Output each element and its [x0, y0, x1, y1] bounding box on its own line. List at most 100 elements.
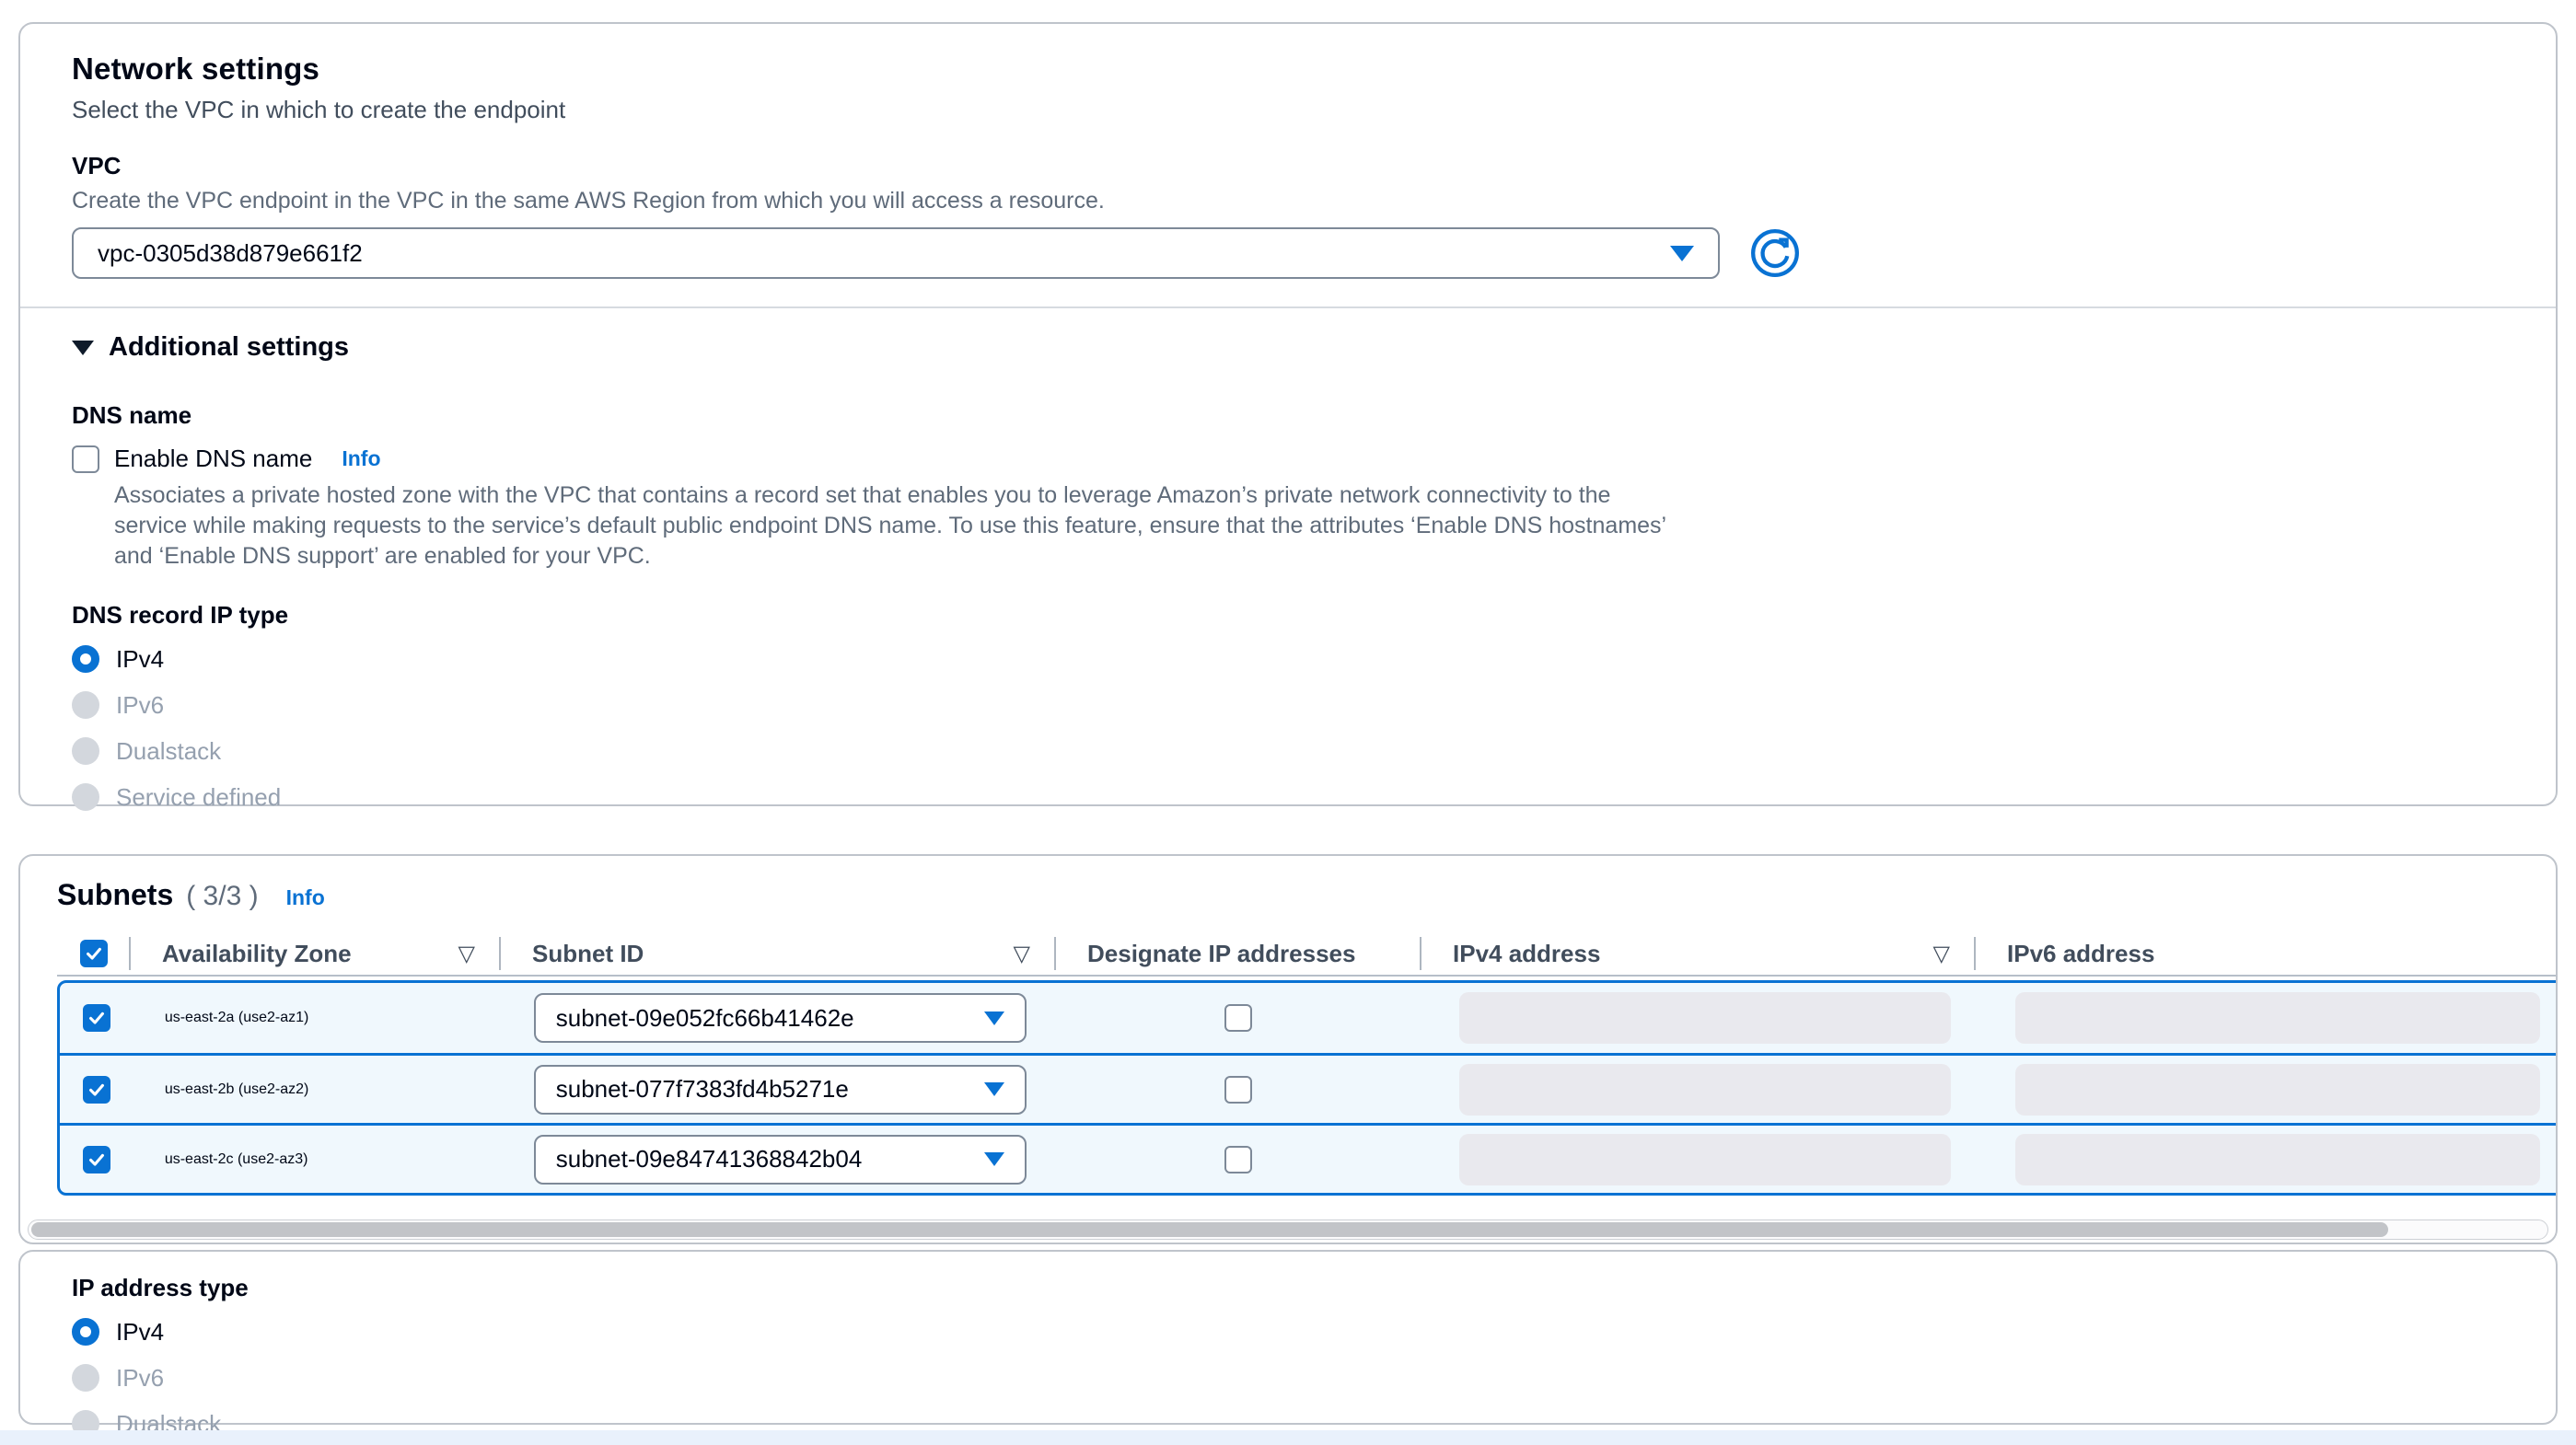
column-header-subnet-id[interactable]: Subnet ID ▽ [501, 937, 1056, 970]
ip-address-type-option-ipv6: IPv6 [72, 1361, 2504, 1394]
subnet-id-value: subnet-077f7383fd4b5271e [556, 1075, 849, 1104]
row-select-cell [60, 1004, 133, 1032]
subnets-card: Subnets ( 3/3 ) Info Availability Zone ▽… [18, 854, 2558, 1244]
chevron-down-icon [1670, 246, 1694, 261]
ipv6-address-cell [1975, 992, 2556, 1044]
designate-ip-checkbox[interactable] [1224, 1146, 1252, 1173]
table-row[interactable]: us-east-2a (use2-az1) subnet-09e052fc66b… [60, 983, 2556, 1053]
availability-zone-cell: us-east-2c (use2-az3) [133, 1151, 503, 1168]
ipv4-address-input-disabled [1459, 1064, 1951, 1116]
subnets-info-link[interactable]: Info [286, 885, 325, 910]
refresh-button[interactable] [1749, 227, 1801, 279]
filter-icon[interactable]: ▽ [1933, 941, 1950, 967]
column-label: IPv6 address [2007, 940, 2154, 968]
enable-dns-name-row: Enable DNS name Info [72, 445, 2504, 473]
row-checkbox[interactable] [83, 1076, 110, 1104]
radio-label: IPv6 [116, 1364, 164, 1393]
subnet-id-select[interactable]: subnet-09e052fc66b41462e [534, 993, 1027, 1043]
dns-record-ip-type-label: DNS record IP type [72, 601, 2504, 630]
selected-rows-group: us-east-2a (use2-az1) subnet-09e052fc66b… [57, 980, 2556, 1196]
availability-zone-value: us-east-2a (use2-az1) [165, 1010, 309, 1026]
page: Network settings Select the VPC in which… [0, 0, 2576, 1445]
subnets-table: Availability Zone ▽ Subnet ID ▽ Designat… [20, 932, 2556, 1196]
ipv4-address-input-disabled [1459, 1134, 1951, 1185]
filter-icon[interactable]: ▽ [1014, 941, 1030, 967]
radio-selected-icon[interactable] [72, 645, 99, 673]
network-settings-card: Network settings Select the VPC in which… [18, 22, 2558, 806]
designate-ip-cell [1056, 1076, 1421, 1104]
radio-disabled-icon [72, 737, 99, 765]
dns-name-label: DNS name [72, 401, 2504, 430]
column-label: Designate IP addresses [1087, 940, 1355, 968]
ipv4-address-cell [1421, 1134, 1975, 1185]
subnet-id-select[interactable]: subnet-077f7383fd4b5271e [534, 1065, 1027, 1115]
subnets-count: ( 3/3 ) [186, 881, 258, 912]
enable-dns-name-checkbox[interactable] [72, 445, 99, 473]
column-label: Subnet ID [532, 940, 644, 968]
radio-disabled-icon [72, 691, 99, 719]
column-header-availability-zone[interactable]: Availability Zone ▽ [131, 937, 501, 970]
radio-disabled-icon [72, 1364, 99, 1392]
availability-zone-value: us-east-2c (use2-az3) [165, 1151, 308, 1168]
subnet-id-select[interactable]: subnet-09e84741368842b04 [534, 1135, 1027, 1185]
column-header-ipv6-address[interactable]: IPv6 address [1976, 937, 2556, 970]
ip-address-type-label: IP address type [72, 1274, 2504, 1302]
page-subtitle: Select the VPC in which to create the en… [72, 96, 2504, 124]
row-select-cell [60, 1146, 133, 1173]
select-all-cell [57, 937, 131, 970]
dns-name-info-link[interactable]: Info [342, 446, 380, 471]
select-all-checkbox[interactable] [80, 940, 108, 967]
subnet-id-value: subnet-09e84741368842b04 [556, 1145, 863, 1173]
column-label: IPv4 address [1453, 940, 1600, 968]
additional-settings-title: Additional settings [109, 332, 349, 363]
radio-label: IPv6 [116, 691, 164, 720]
ipv4-address-input-disabled [1459, 992, 1951, 1044]
radio-label: IPv4 [116, 1318, 164, 1347]
ipv6-address-input-disabled [2015, 1134, 2540, 1185]
ipv4-address-cell [1421, 1064, 1975, 1116]
row-select-cell [60, 1076, 133, 1104]
ip-address-type-option-ipv4: IPv4 [72, 1315, 2504, 1348]
radio-label: Service defined [116, 783, 281, 812]
designate-ip-checkbox[interactable] [1224, 1076, 1252, 1104]
ipv6-address-input-disabled [2015, 992, 2540, 1044]
additional-settings-header[interactable]: Additional settings [72, 332, 2504, 363]
radio-selected-icon[interactable] [72, 1318, 99, 1346]
table-row[interactable]: us-east-2c (use2-az3) subnet-09e84741368… [60, 1123, 2556, 1193]
horizontal-scrollbar[interactable] [28, 1220, 2548, 1240]
page-title: Network settings [72, 52, 2504, 87]
row-checkbox[interactable] [83, 1004, 110, 1032]
ipv6-address-cell [1975, 1064, 2556, 1116]
ipv4-address-cell [1421, 992, 1975, 1044]
dns-record-ip-type-option-ipv4: IPv4 [72, 642, 2504, 676]
dns-record-ip-type-option-dualstack: Dualstack [72, 734, 2504, 768]
enable-dns-name-label: Enable DNS name [114, 445, 312, 473]
availability-zone-cell: us-east-2a (use2-az1) [133, 1010, 503, 1026]
filter-icon[interactable]: ▽ [458, 941, 475, 967]
section-divider [20, 306, 2556, 308]
dns-record-ip-type-option-ipv6: IPv6 [72, 688, 2504, 722]
subnets-title: Subnets [57, 878, 173, 912]
subnets-header: Subnets ( 3/3 ) Info [20, 878, 2556, 912]
row-checkbox[interactable] [83, 1146, 110, 1173]
radio-label: Dualstack [116, 737, 221, 766]
availability-zone-value: us-east-2b (use2-az2) [165, 1081, 309, 1098]
refresh-icon [1750, 228, 1800, 278]
vpc-description: Create the VPC endpoint in the VPC in th… [72, 188, 2504, 214]
column-header-ipv4-address[interactable]: IPv4 address ▽ [1421, 937, 1976, 970]
subnet-id-cell: subnet-09e84741368842b04 [503, 1135, 1056, 1185]
radio-label: IPv4 [116, 645, 164, 674]
vpc-select-row: vpc-0305d38d879e661f2 [72, 227, 2504, 279]
availability-zone-cell: us-east-2b (use2-az2) [133, 1081, 503, 1098]
dns-record-ip-type-option-service-defined: Service defined [72, 780, 2504, 814]
designate-ip-cell [1056, 1146, 1421, 1173]
ipv6-address-input-disabled [2015, 1064, 2540, 1116]
scrollbar-thumb[interactable] [31, 1222, 2388, 1237]
dns-name-description: Associates a private hosted zone with th… [114, 480, 1679, 572]
vpc-label: VPC [72, 152, 2504, 180]
table-row[interactable]: us-east-2b (use2-az2) subnet-077f7383fd4… [60, 1053, 2556, 1123]
designate-ip-checkbox[interactable] [1224, 1004, 1252, 1032]
subnet-id-cell: subnet-077f7383fd4b5271e [503, 1065, 1056, 1115]
column-header-designate-ip[interactable]: Designate IP addresses [1056, 937, 1421, 970]
vpc-select[interactable]: vpc-0305d38d879e661f2 [72, 227, 1720, 279]
